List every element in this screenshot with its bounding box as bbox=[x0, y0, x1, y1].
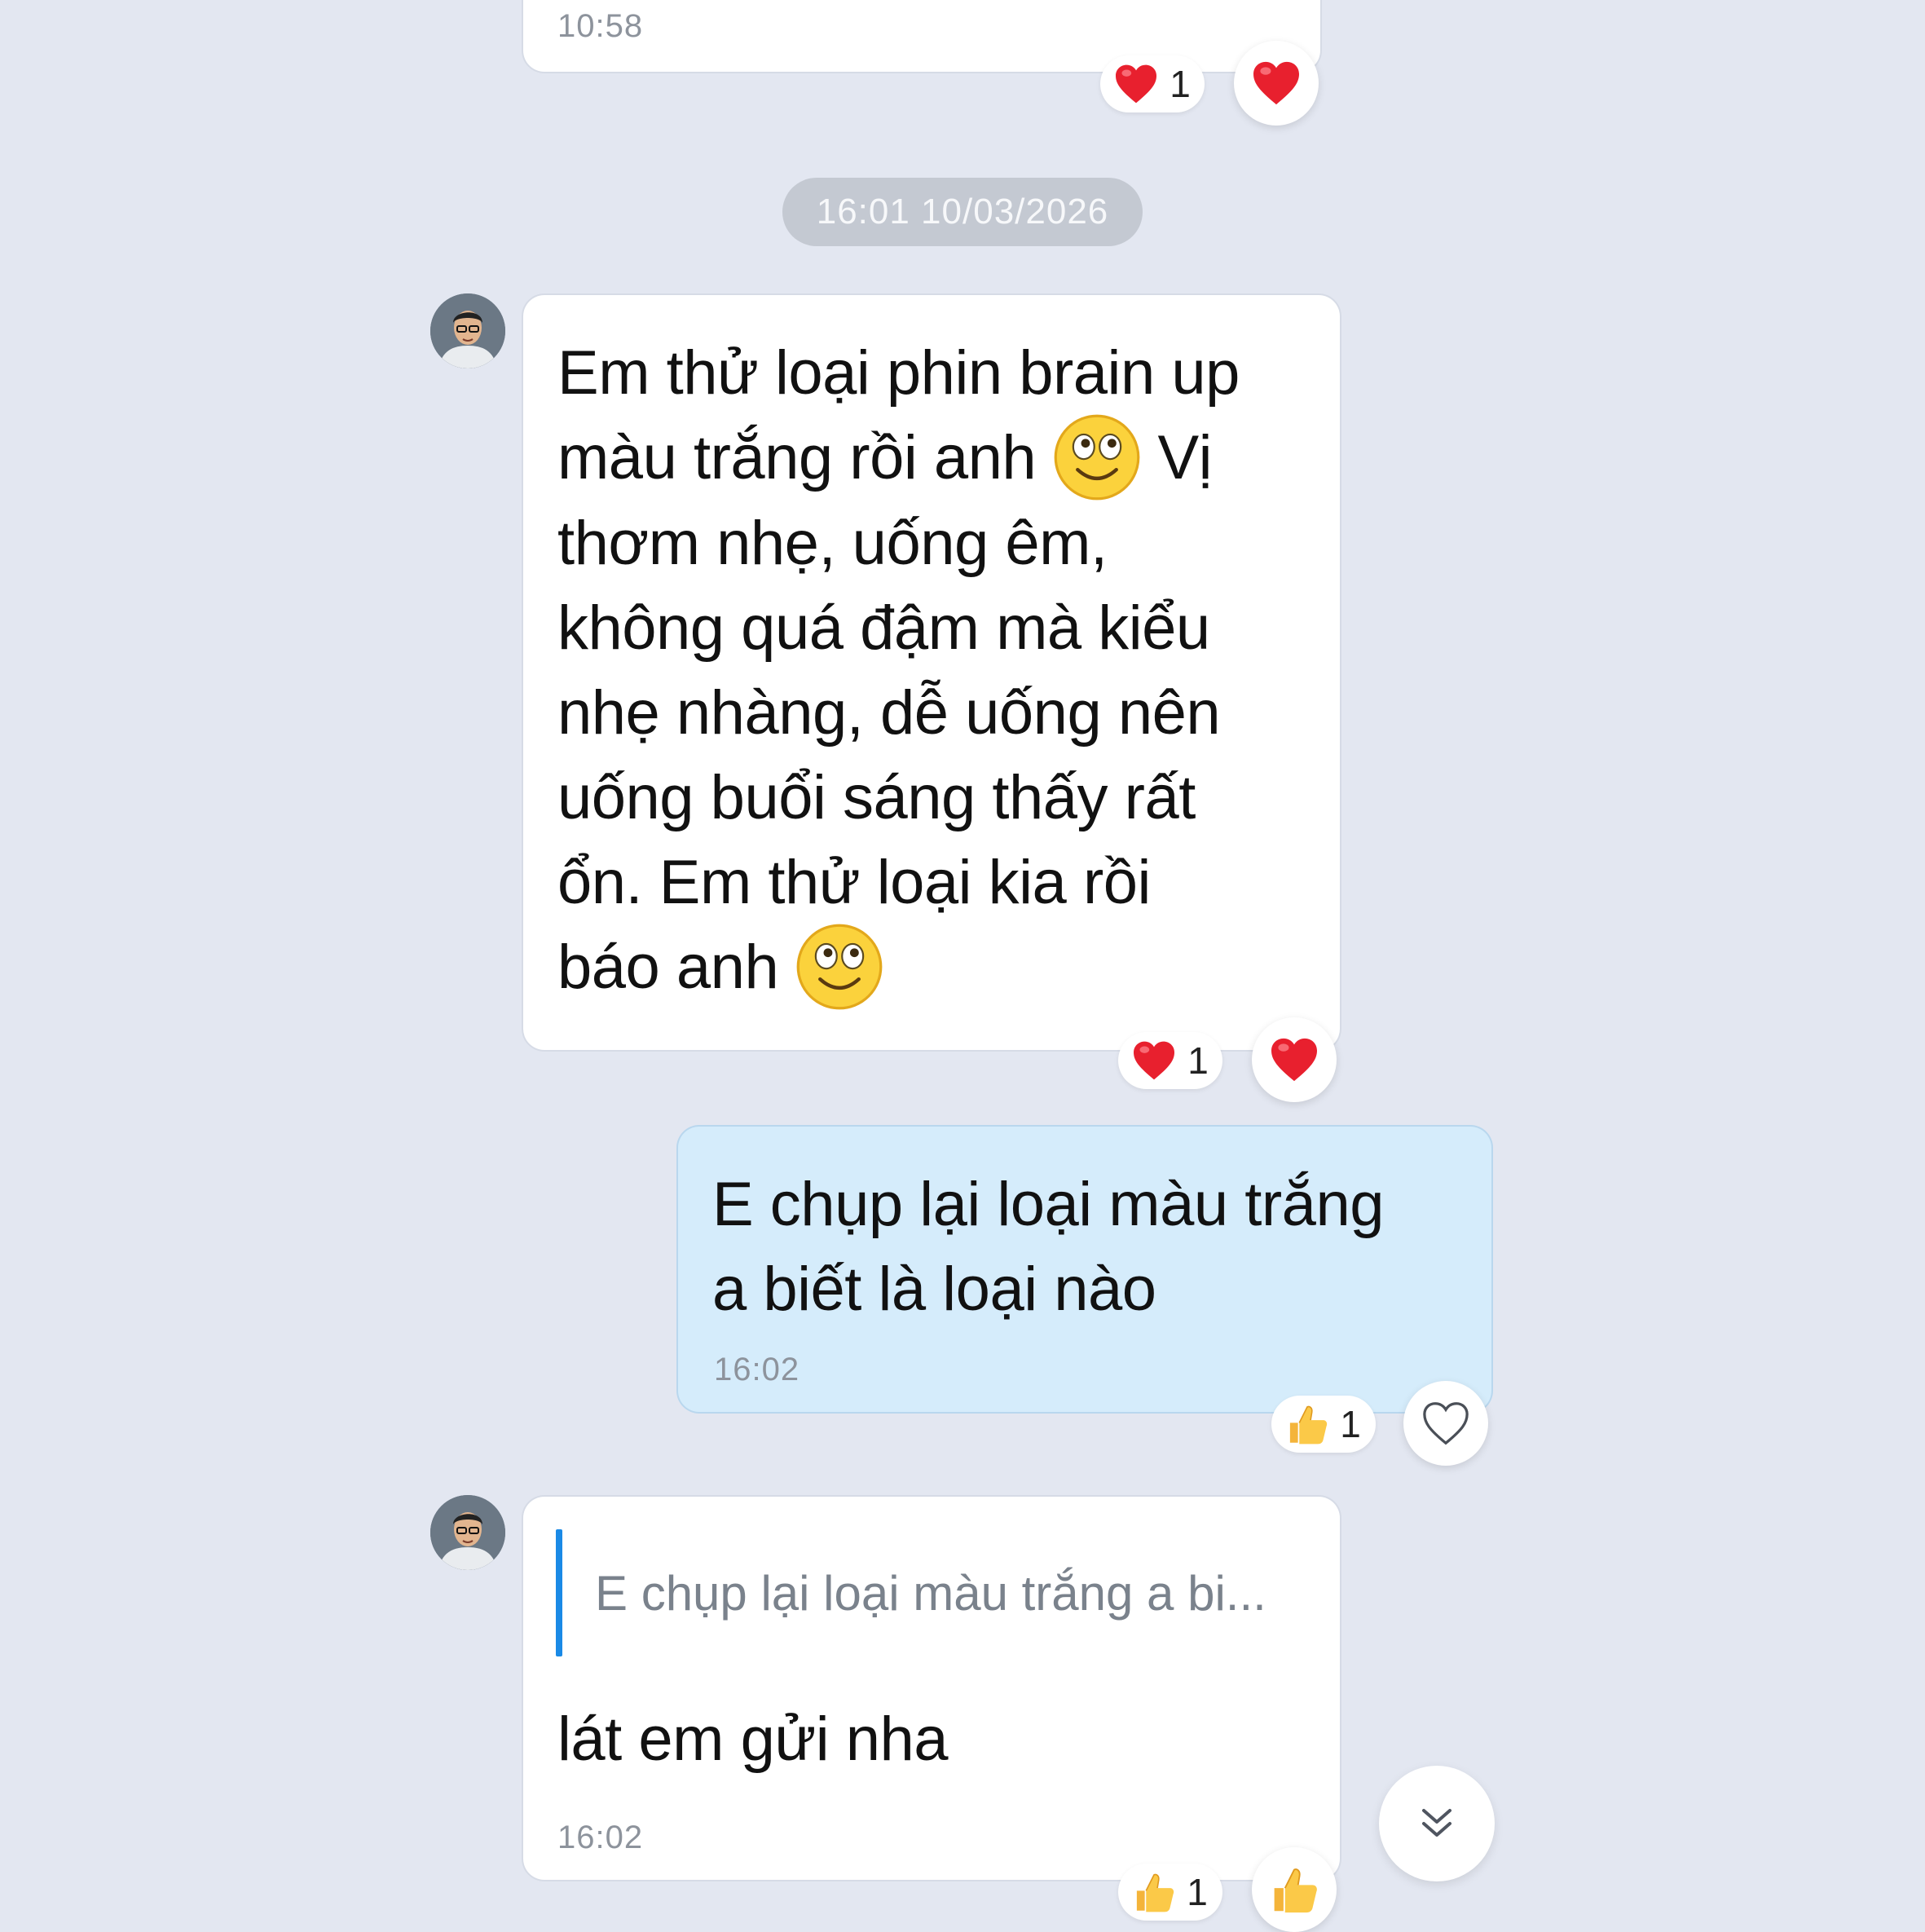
date-separator: 16:01 10/03/2026 bbox=[782, 178, 1143, 246]
message-line: báo anh bbox=[557, 925, 1324, 1011]
message-bubble-outgoing[interactable]: E chụp lại loại màu trắng a biết là loại… bbox=[678, 1127, 1491, 1412]
reaction-count: 1 bbox=[1170, 63, 1191, 105]
heart-outline-icon bbox=[1423, 1402, 1469, 1445]
message-text: lát em gửi nha bbox=[557, 1705, 949, 1774]
react-heart-button[interactable] bbox=[1234, 41, 1319, 126]
message-line: E chụp lại loại màu trắng bbox=[712, 1170, 1384, 1239]
reaction-count: 1 bbox=[1187, 1871, 1208, 1913]
message-time: 16:02 bbox=[557, 1820, 644, 1855]
react-button[interactable] bbox=[1403, 1381, 1488, 1466]
message-line: màu trắng rồi anh Vị bbox=[557, 416, 1324, 501]
message-line: uống buổi sáng thấy rất bbox=[557, 762, 1196, 832]
reply-quote[interactable]: E chụp lại loại màu trắng a bi... bbox=[523, 1497, 1340, 1660]
heart-icon bbox=[1132, 1040, 1176, 1081]
message-text: Em thử loại phin brain up màu trắng rồi … bbox=[557, 331, 1324, 1011]
double-chevron-down-icon bbox=[1422, 1809, 1451, 1837]
avatar[interactable] bbox=[430, 293, 505, 368]
message-bubble-incoming-reply[interactable]: E chụp lại loại màu trắng a bi... lát em… bbox=[523, 1497, 1340, 1880]
smiley-emoji-icon bbox=[1053, 413, 1141, 501]
message-line: nhẹ nhàng, dễ uống nên bbox=[557, 677, 1221, 748]
heart-icon bbox=[1252, 60, 1301, 106]
message-line: ổn. Em thử loại kia rồi bbox=[557, 847, 1151, 917]
thumbs-up-icon bbox=[1270, 1865, 1319, 1914]
reaction-summary[interactable]: 1 bbox=[1118, 1032, 1222, 1089]
quote-bar bbox=[556, 1529, 562, 1656]
thumbs-up-icon bbox=[1286, 1403, 1328, 1445]
avatar-photo bbox=[430, 1495, 505, 1570]
heart-icon bbox=[1114, 64, 1158, 104]
reaction-summary[interactable]: 1 bbox=[1100, 55, 1205, 112]
quote-text: E chụp lại loại màu trắng a bi... bbox=[595, 1566, 1266, 1621]
message-line: thơm nhẹ, uống êm, bbox=[557, 508, 1108, 578]
message-bubble-incoming[interactable]: Em thử loại phin brain up màu trắng rồi … bbox=[523, 295, 1340, 1050]
heart-icon bbox=[1270, 1037, 1319, 1083]
react-thumbs-up-button[interactable] bbox=[1252, 1847, 1337, 1932]
avatar-photo bbox=[430, 293, 505, 368]
message-time: 10:58 bbox=[557, 8, 644, 44]
message-line: Em thử loại phin brain up bbox=[557, 338, 1240, 408]
scroll-to-bottom-button[interactable] bbox=[1379, 1766, 1495, 1881]
message-line: không quá đậm mà kiểu bbox=[557, 593, 1210, 663]
reaction-summary[interactable]: 1 bbox=[1271, 1396, 1376, 1453]
reaction-count: 1 bbox=[1340, 1403, 1361, 1445]
message-line: a biết là loại nào bbox=[712, 1255, 1156, 1324]
message-text: E chụp lại loại màu trắng a biết là loại… bbox=[712, 1162, 1478, 1332]
react-heart-button[interactable] bbox=[1252, 1017, 1337, 1102]
thumbs-up-icon bbox=[1133, 1871, 1175, 1913]
avatar[interactable] bbox=[430, 1495, 505, 1570]
message-bubble-prev[interactable]: 10:58 bbox=[523, 0, 1320, 72]
message-time: 16:02 bbox=[714, 1352, 800, 1387]
reaction-summary[interactable]: 1 bbox=[1118, 1864, 1222, 1921]
reaction-count: 1 bbox=[1187, 1039, 1209, 1082]
smiley-emoji-icon bbox=[795, 923, 883, 1011]
